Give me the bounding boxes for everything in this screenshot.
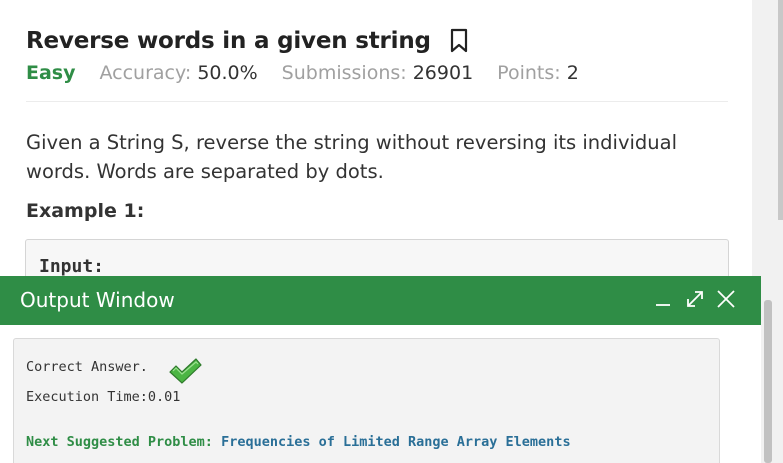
next-problem-link[interactable]: Frequencies of Limited Range Array Eleme… xyxy=(221,434,571,450)
close-icon[interactable] xyxy=(715,288,737,310)
points-label: Points: xyxy=(497,62,561,84)
execution-time-text: Execution Time:0.01 xyxy=(26,389,181,405)
difficulty-badge: Easy xyxy=(26,62,76,84)
page-scrollbar-thumb[interactable] xyxy=(778,0,783,220)
check-icon xyxy=(168,357,202,385)
maximize-icon[interactable] xyxy=(684,288,706,310)
output-window: Output Window Correct Answer. Execution … xyxy=(0,276,761,463)
viewport: Reverse words in a given string Easy Acc… xyxy=(0,0,783,463)
problem-title: Reverse words in a given string xyxy=(26,28,431,54)
problem-description: Given a String S, reverse the string wit… xyxy=(26,131,678,183)
correct-answer-text: Correct Answer. xyxy=(26,359,148,375)
accuracy: Accuracy: 50.0% xyxy=(100,62,258,84)
problem-meta: Easy Accuracy: 50.0% Submissions: 26901 … xyxy=(26,62,603,84)
output-window-title: Output Window xyxy=(20,288,175,312)
submissions: Submissions: 26901 xyxy=(282,62,474,84)
points: Points: 2 xyxy=(497,62,579,84)
accuracy-value: 50.0% xyxy=(197,62,258,84)
output-window-header: Output Window xyxy=(0,276,761,325)
divider xyxy=(26,101,728,102)
next-suggested-label: Next Suggested Problem: xyxy=(26,434,213,450)
submissions-value: 26901 xyxy=(412,62,474,84)
title-row: Reverse words in a given string xyxy=(26,28,469,54)
output-scrollbar-thumb[interactable] xyxy=(764,300,772,463)
points-value: 2 xyxy=(566,62,579,84)
submissions-label: Submissions: xyxy=(281,62,407,84)
output-console: Correct Answer. Execution Time:0.01 Next… xyxy=(13,338,720,463)
minimize-icon[interactable] xyxy=(652,288,674,310)
next-suggested-problem: Next Suggested Problem: Frequencies of L… xyxy=(26,434,571,450)
accuracy-label: Accuracy: xyxy=(99,62,192,84)
example-heading: Example 1: xyxy=(26,200,145,222)
example-input-label: Input: xyxy=(39,256,105,277)
bookmark-icon[interactable] xyxy=(449,28,469,54)
